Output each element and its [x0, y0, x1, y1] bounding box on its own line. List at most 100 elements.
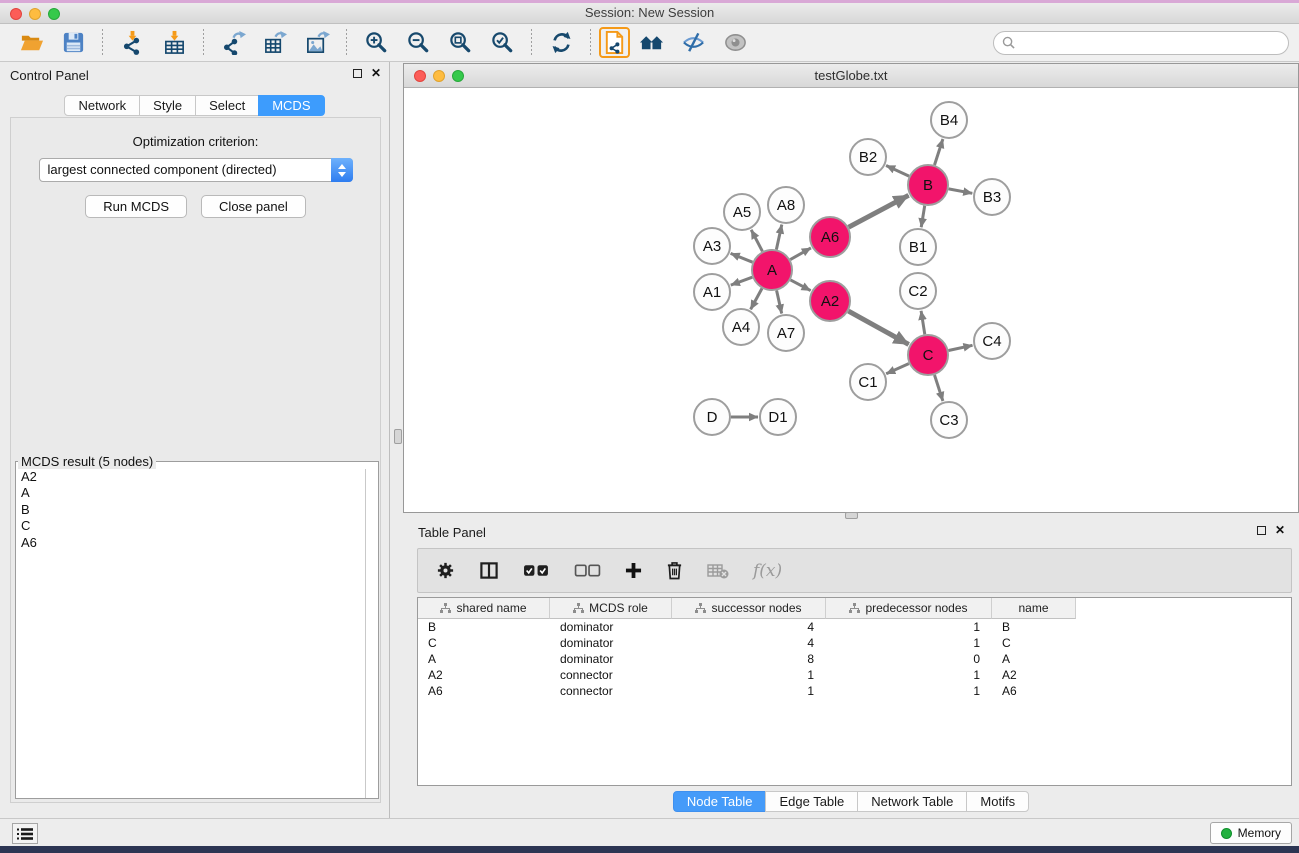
zoom-network-button[interactable] — [452, 70, 464, 82]
result-item-a[interactable]: A — [16, 485, 364, 501]
table-options-button[interactable] — [436, 561, 455, 580]
zoom-window-button[interactable] — [48, 8, 60, 20]
graph-edge-A-A6[interactable] — [790, 248, 811, 260]
table-row[interactable]: A2connector11A2 — [418, 667, 1291, 683]
criterion-dropdown[interactable]: largest connected component (directed) — [39, 158, 353, 182]
graph-edge-A-A3[interactable] — [731, 253, 753, 262]
attribute-icon — [695, 603, 706, 614]
task-history-button[interactable] — [12, 823, 38, 844]
table-cell: A6 — [418, 683, 550, 699]
column-header-shared-name[interactable]: shared name — [418, 598, 550, 619]
graph-edge-A-A5[interactable] — [751, 230, 762, 252]
table-row[interactable]: Bdominator41B — [418, 619, 1291, 635]
table-row[interactable]: A6connector11A6 — [418, 683, 1291, 699]
import-network-button[interactable] — [117, 28, 147, 58]
table-row[interactable]: Cdominator41C — [418, 635, 1291, 651]
column-header-mcds-role[interactable]: MCDS role — [550, 598, 672, 619]
result-scrollbar[interactable] — [365, 469, 378, 798]
home-button[interactable] — [636, 28, 666, 58]
export-table-button[interactable] — [260, 28, 290, 58]
graph-edge-A-A1[interactable] — [731, 277, 753, 285]
refresh-icon — [549, 30, 574, 55]
tab-node-table[interactable]: Node Table — [673, 791, 767, 812]
import-table-button[interactable] — [159, 28, 189, 58]
splitter-handle[interactable] — [845, 512, 858, 519]
close-panel-icon[interactable]: ✕ — [371, 68, 381, 78]
close-network-button[interactable] — [414, 70, 426, 82]
graph-edge-B-B2[interactable] — [886, 166, 909, 177]
table-cell: 4 — [672, 635, 826, 651]
export-image-button[interactable] — [302, 28, 332, 58]
result-item-c[interactable]: C — [16, 518, 364, 534]
graph-edge-B-B1[interactable] — [921, 206, 925, 228]
network-overview-button[interactable] — [599, 27, 630, 58]
show-column-button[interactable] — [479, 561, 499, 580]
tab-style[interactable]: Style — [139, 95, 196, 116]
column-header-name[interactable]: name — [992, 598, 1076, 619]
add-column-button[interactable] — [625, 562, 642, 579]
graph-edge-A2-C[interactable] — [848, 311, 908, 344]
result-item-a6[interactable]: A6 — [16, 535, 364, 551]
table-cell: 1 — [672, 667, 826, 683]
close-panel-button[interactable]: Close panel — [201, 195, 306, 218]
hide-graphics-details-button[interactable] — [678, 28, 708, 58]
search-input[interactable] — [1020, 36, 1280, 50]
float-panel-icon[interactable] — [1257, 526, 1266, 535]
graph-edge-A-A4[interactable] — [751, 288, 762, 309]
delete-table-button[interactable] — [707, 563, 729, 579]
float-panel-icon[interactable] — [353, 69, 362, 78]
graph-edge-C-C4[interactable] — [949, 345, 973, 350]
open-session-button[interactable] — [16, 28, 46, 58]
result-item-b[interactable]: B — [16, 502, 364, 518]
result-item-a2[interactable]: A2 — [16, 469, 364, 485]
save-session-button[interactable] — [58, 28, 88, 58]
close-panel-icon[interactable]: ✕ — [1275, 525, 1285, 535]
zoom-fit-button[interactable] — [445, 28, 475, 58]
export-network-button[interactable] — [218, 28, 248, 58]
graph-edge-B-B4[interactable] — [935, 139, 943, 165]
tab-select[interactable]: Select — [195, 95, 259, 116]
graph-edge-A-A8[interactable] — [776, 225, 781, 250]
run-mcds-button[interactable]: Run MCDS — [85, 195, 187, 218]
unselect-all-rows-button[interactable] — [574, 563, 601, 578]
graph-edge-A-A7[interactable] — [777, 291, 782, 314]
column-label: shared name — [456, 601, 526, 615]
search-field[interactable] — [993, 31, 1289, 55]
tab-motifs[interactable]: Motifs — [966, 791, 1029, 812]
table-cell: A — [418, 651, 550, 667]
tab-edge-table[interactable]: Edge Table — [765, 791, 858, 812]
graph-edge-A-A2[interactable] — [791, 280, 811, 291]
zoom-in-button[interactable] — [361, 28, 391, 58]
select-all-rows-button[interactable] — [523, 563, 550, 578]
show-graphics-details-button[interactable] — [720, 28, 750, 58]
delete-columns-button[interactable] — [666, 561, 683, 580]
import-network-icon — [120, 30, 145, 55]
memory-button[interactable]: Memory — [1210, 822, 1292, 844]
graph-edge-A6-B[interactable] — [849, 195, 909, 227]
zoom-selected-button[interactable] — [487, 28, 517, 58]
graph-node-label: B4 — [940, 112, 958, 129]
splitter-handle[interactable] — [394, 429, 402, 444]
tab-network-table[interactable]: Network Table — [857, 791, 967, 812]
tab-mcds[interactable]: MCDS — [258, 95, 324, 116]
minimize-window-button[interactable] — [29, 8, 41, 20]
zoom-out-button[interactable] — [403, 28, 433, 58]
minimize-network-button[interactable] — [433, 70, 445, 82]
graph-node-label: C — [923, 347, 934, 364]
refresh-view-button[interactable] — [546, 28, 576, 58]
column-header-successor-nodes[interactable]: successor nodes — [672, 598, 826, 619]
table-cell: 1 — [826, 635, 992, 651]
graph-node-label: A5 — [733, 204, 751, 221]
tab-network[interactable]: Network — [64, 95, 140, 116]
function-builder-button[interactable]: f(x) — [753, 561, 782, 581]
graph-edge-B-B3[interactable] — [949, 189, 973, 193]
graph-edge-C-C3[interactable] — [935, 375, 943, 401]
graph-edge-C-C2[interactable] — [921, 311, 925, 335]
graph-edge-C-C1[interactable] — [886, 364, 909, 374]
network-canvas[interactable]: B4B2BB3A8A5A6A3B1AA1C2A2A4A7C4CC1C3DD1 — [404, 88, 1298, 512]
task-list-icon — [17, 828, 33, 840]
column-header-predecessor-nodes[interactable]: predecessor nodes — [826, 598, 992, 619]
table-row[interactable]: Adominator80A — [418, 651, 1291, 667]
close-window-button[interactable] — [10, 8, 22, 20]
graph-node-label: B — [923, 177, 933, 194]
